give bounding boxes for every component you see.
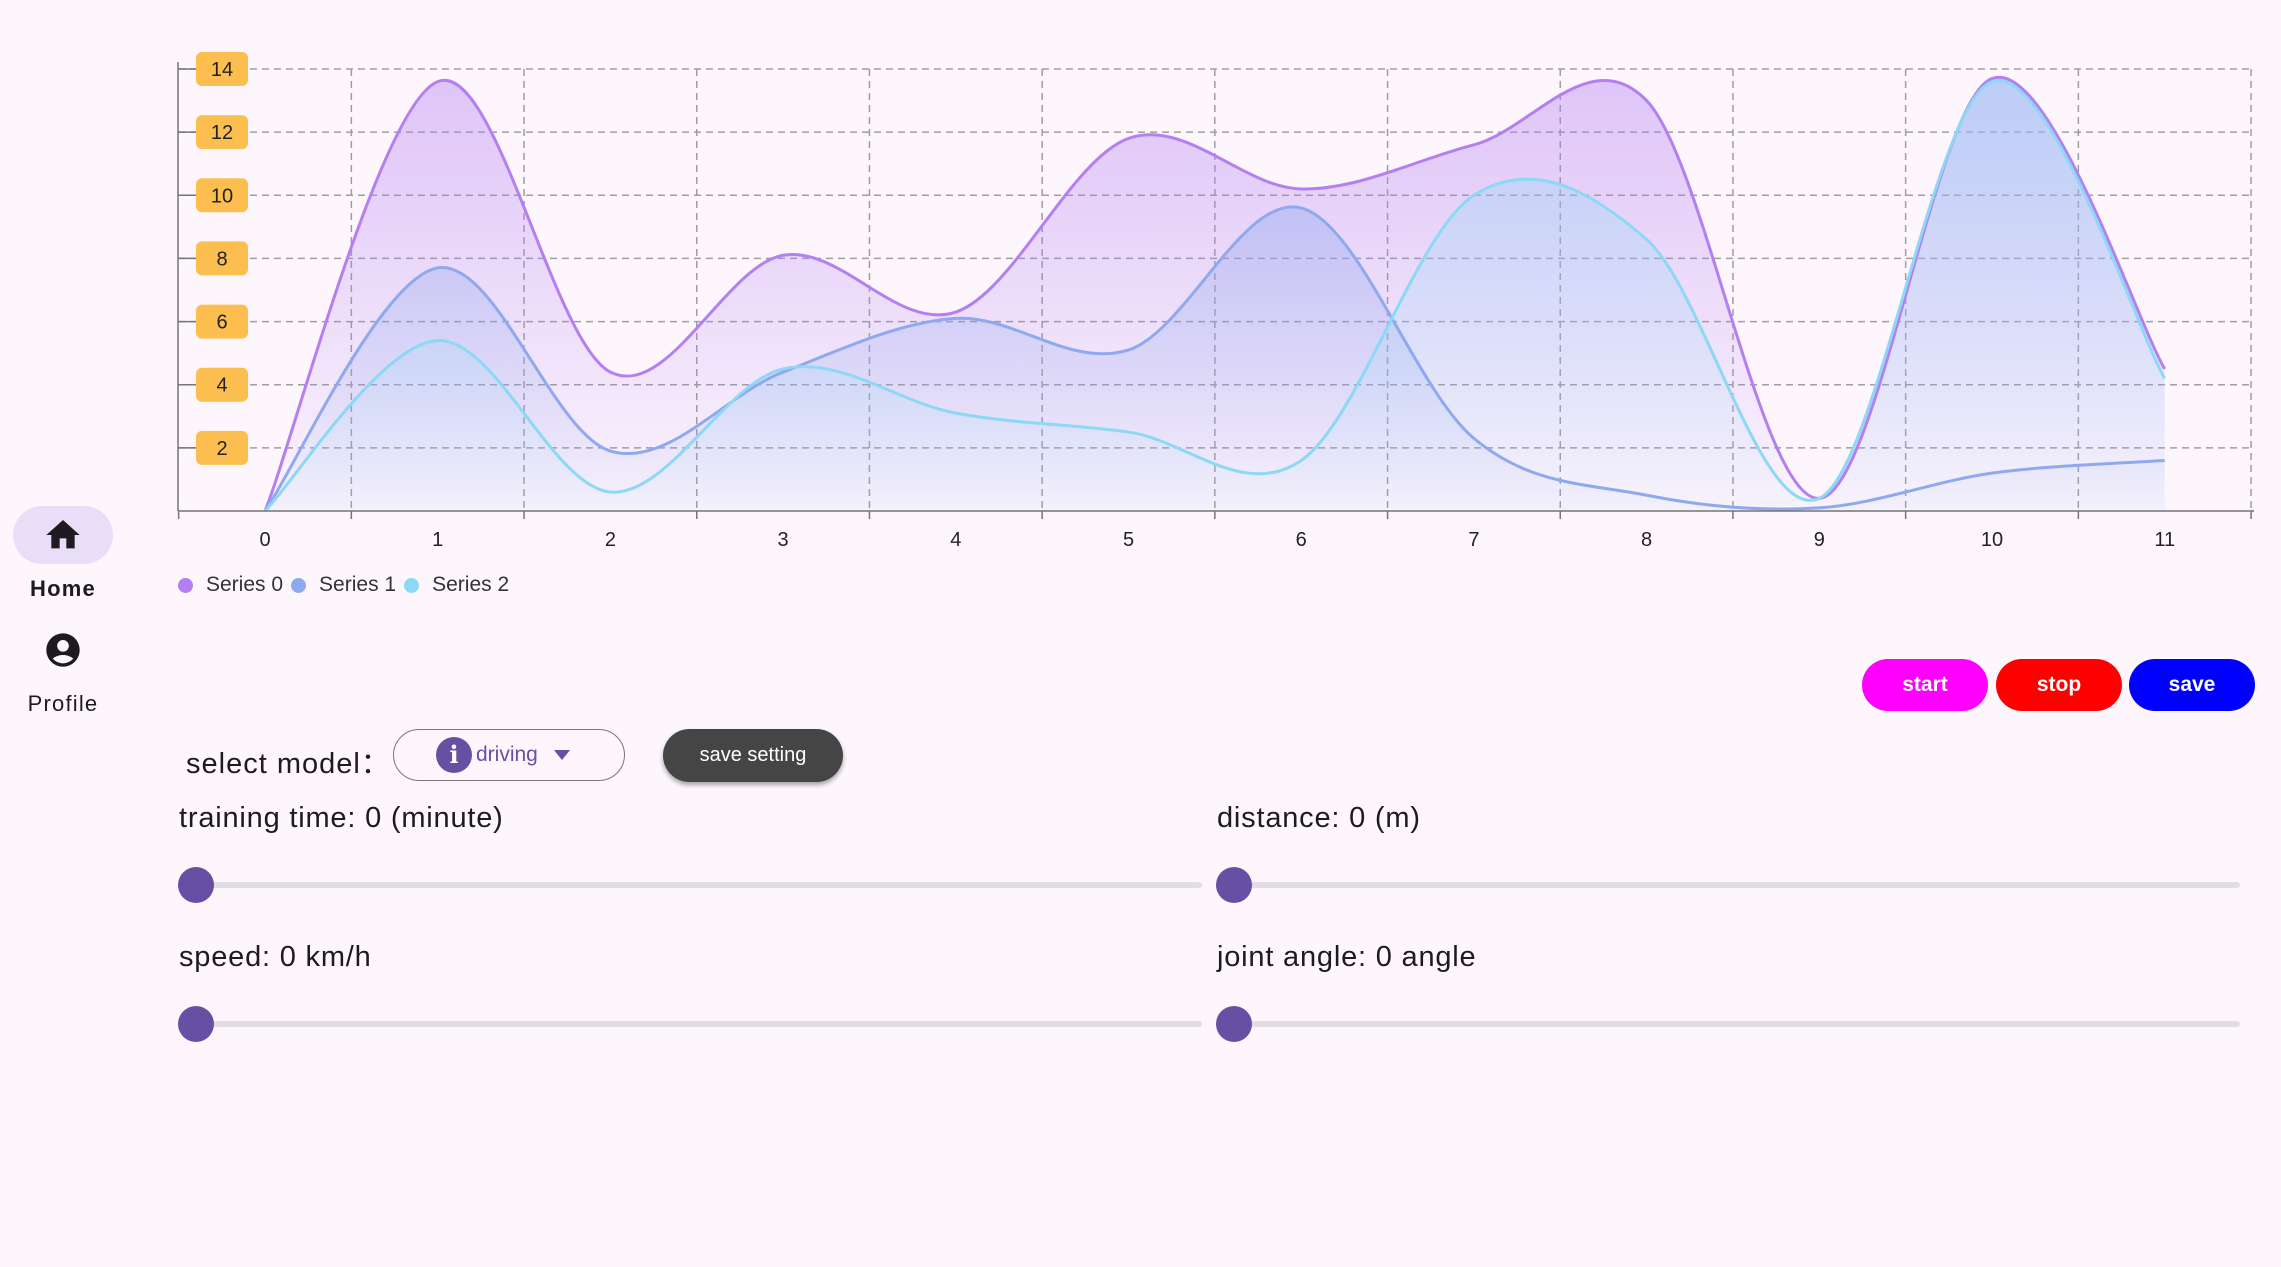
x-tick-label: 5 [1123,529,1134,551]
slider-thumb[interactable] [178,1006,214,1042]
legend-dot-series-0 [178,577,193,593]
distance-label: distance: 0 (m) [1217,802,1421,834]
x-tick-label: 0 [259,529,270,551]
y-tick-label: 2 [216,438,227,460]
y-tick-label: 14 [211,59,233,81]
x-tick-label: 7 [1468,529,1479,551]
legend-dot-series-2 [404,577,420,593]
y-tick-label: 12 [211,122,233,144]
training-time-label: training time: 0 (minute) [179,802,504,834]
x-tick-label: 9 [1814,529,1825,551]
legend-dot-series-1 [291,577,307,593]
legend-item-series-0[interactable]: Series 0 [178,573,283,597]
x-tick-label: 1 [432,529,443,551]
model-dropdown-value: driving [476,743,538,766]
model-dropdown[interactable]: i driving [393,729,625,781]
chevron-down-icon [553,750,570,760]
account-circle-icon [46,633,80,667]
joint-angle-slider[interactable] [1216,1004,2240,1044]
x-tick-label: 6 [1296,529,1307,551]
nav-label-profile: Profile [27,691,99,716]
distance-slider[interactable] [1216,865,2240,905]
legend-label-series-1: Series 1 [319,573,397,596]
y-tick-label: 8 [216,248,227,270]
chart-x-ticks: 0 1 2 3 4 5 6 7 8 9 10 11 [177,511,2252,551]
save-setting-button[interactable]: save setting [663,729,843,782]
slider-track [1234,1021,2240,1027]
chart-y-ticks: 2 4 6 8 10 12 14 [178,52,248,465]
stop-button[interactable]: stop [1996,659,2122,711]
x-tick-label: 3 [778,529,789,551]
y-tick-label: 10 [211,185,233,207]
x-tick-label: 4 [950,529,961,551]
nav-label-home: Home [30,576,96,601]
slider-thumb[interactable] [1216,1006,1252,1042]
y-tick-label: 4 [216,375,227,397]
speed-slider[interactable] [178,1004,1202,1044]
joint-angle-label: joint angle: 0 angle [1217,941,1477,973]
slider-track [196,1021,1202,1027]
slider-track [1234,882,2240,888]
area-chart: 2468101214 0 1 2 3 4 5 6 7 8 9 10 11 [177,52,2254,551]
x-tick-label: 8 [1641,529,1652,551]
info-icon: i [436,737,472,773]
y-tick-label: 6 [216,312,227,334]
legend-item-series-2[interactable]: Series 2 [404,573,509,597]
legend-label-series-0: Series 0 [206,573,284,596]
select-model-label: select model： [186,748,391,780]
training-time-slider[interactable] [178,865,1202,905]
x-tick-label: 10 [1981,529,2003,551]
x-tick-label: 2 [605,529,616,551]
speed-label: speed: 0 km/h [179,941,372,973]
chart-legend: Series 0 Series 1 Series 2 [178,573,517,597]
legend-label-series-2: Series 2 [432,573,510,596]
nav-pill-profile [13,621,113,679]
x-tick-label: 11 [2154,529,2175,551]
legend-item-series-1[interactable]: Series 1 [291,573,396,597]
slider-thumb[interactable] [178,867,214,903]
save-button[interactable]: save [2129,659,2255,711]
start-button[interactable]: start [1862,659,1988,711]
nav-item-profile[interactable]: Profile [0,621,126,717]
slider-thumb[interactable] [1216,867,1252,903]
slider-track [196,882,1202,888]
